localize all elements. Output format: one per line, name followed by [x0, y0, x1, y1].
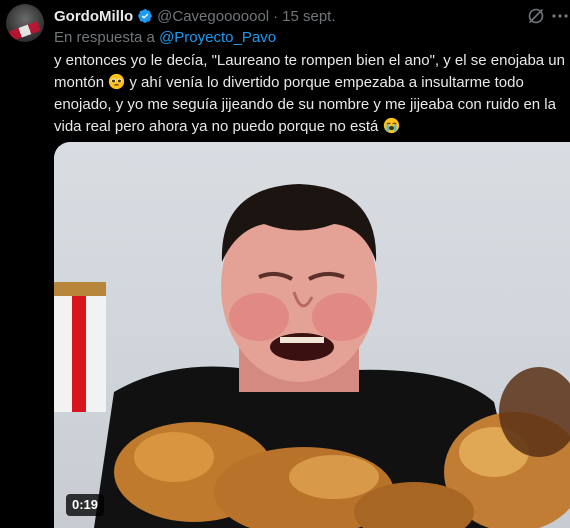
header-separator: ·: [273, 7, 279, 25]
reply-prefix: En respuesta a: [54, 29, 155, 46]
pleading-face-icon: [109, 73, 125, 90]
video-duration-badge: 0:19: [66, 494, 105, 516]
tweet-text: y entonces yo le decía, "Laureano te rom…: [54, 50, 568, 138]
video-thumbnail: [54, 184, 570, 528]
more-options-icon[interactable]: [550, 6, 570, 26]
tweet-header: GordoMillo @Cavegooooool · 15 sept.: [54, 6, 336, 26]
reply-context: En respuesta a @Proyecto_Pavo: [54, 29, 276, 46]
post-date[interactable]: 15 sept.: [282, 8, 335, 25]
reply-to-link[interactable]: @Proyecto_Pavo: [159, 29, 276, 46]
author-handle[interactable]: @Cavegooooool: [157, 8, 269, 25]
verified-badge-icon: [138, 9, 152, 23]
author-name[interactable]: GordoMillo: [54, 8, 133, 25]
video-player[interactable]: [54, 142, 570, 528]
loudly-crying-face-icon: [383, 117, 399, 134]
grok-icon[interactable]: [526, 6, 546, 26]
author-avatar[interactable]: [6, 4, 44, 42]
tweet-text-part2: y ahí venía lo divertido porque empezaba…: [54, 74, 556, 135]
avatar-flag-graphic: [9, 21, 41, 41]
